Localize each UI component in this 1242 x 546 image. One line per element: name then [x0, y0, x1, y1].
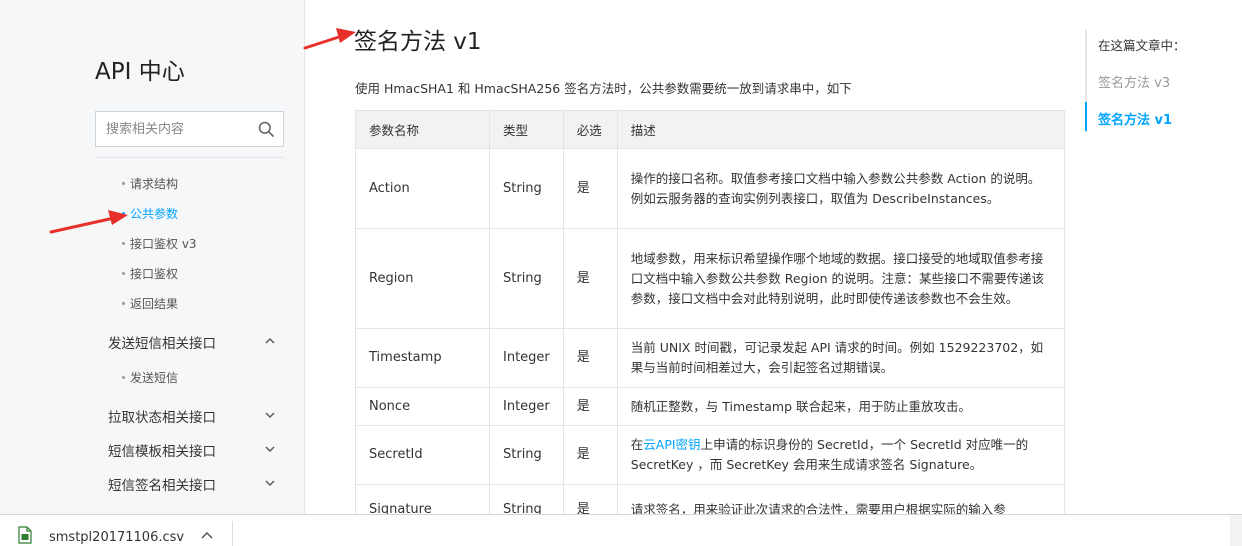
page-title: 签名方法 v1	[354, 29, 482, 55]
sidebar-group-sms-signature[interactable]: 短信签名相关接口	[108, 474, 278, 494]
sidebar-item-auth-v3[interactable]: 接口鉴权 v3	[122, 235, 197, 252]
chevron-up-icon[interactable]	[264, 335, 276, 347]
sidebar-item-label: 接口鉴权 v3	[130, 237, 197, 251]
sidebar-item-request-structure[interactable]: 请求结构	[122, 175, 178, 192]
sidebar-item-label: 发送短信	[130, 371, 179, 385]
param-required: 是	[562, 387, 618, 426]
param-name: Action	[355, 148, 490, 229]
sidebar-group-sms-template[interactable]: 短信模板相关接口	[108, 440, 278, 460]
sidebar-item-auth[interactable]: 接口鉴权	[122, 265, 178, 282]
annotation-arrow-icon	[49, 210, 128, 234]
csv-file-icon[interactable]	[18, 526, 32, 544]
param-required: 是	[562, 148, 618, 229]
desc-text: 在	[630, 437, 644, 452]
sidebar-item-label: 请求结构	[130, 177, 179, 191]
chevron-down-icon[interactable]	[264, 409, 276, 421]
param-desc: 地域参数，用来标识希望操作哪个地域的数据。接口接受的地域取值参考接口文档中输入参…	[616, 228, 1066, 329]
table-row: Region String 是 地域参数，用来标识希望操作哪个地域的数据。接口接…	[355, 228, 1066, 329]
sidebar-group-send-sms[interactable]: 发送短信相关接口	[108, 332, 278, 352]
param-type: Integer	[489, 387, 564, 426]
param-desc: 在云API密钥上申请的标识身份的 SecretId，一个 SecretId 对应…	[616, 425, 1066, 485]
param-type: Integer	[489, 328, 564, 388]
intro-text: 使用 HmacSHA1 和 HmacSHA256 签名方法时，公共参数需要统一放…	[355, 81, 852, 96]
param-required: 是	[562, 228, 618, 329]
param-type: String	[489, 228, 564, 329]
toc-item-signature-v3[interactable]: 签名方法 v3	[1098, 72, 1170, 91]
download-separator	[232, 521, 233, 546]
param-required: 是	[562, 328, 618, 388]
param-name: Region	[355, 228, 490, 329]
scrollbar[interactable]	[1230, 515, 1242, 546]
table-header-row: 参数名称 类型 必选 描述	[355, 110, 1066, 149]
toc-item-signature-v1[interactable]: 签名方法 v1	[1098, 109, 1172, 128]
param-type: String	[489, 425, 564, 485]
param-desc: 随机正整数，与 Timestamp 联合起来，用于防止重放攻击。	[616, 387, 1066, 426]
table-row: Nonce Integer 是 随机正整数，与 Timestamp 联合起来，用…	[355, 387, 1066, 426]
search-icon[interactable]	[258, 121, 274, 137]
table-header-name: 参数名称	[355, 110, 490, 149]
toc-active-indicator	[1085, 102, 1087, 131]
param-name: SecretId	[355, 425, 490, 485]
download-filename[interactable]: smstpl20171106.csv	[49, 530, 184, 545]
param-desc: 操作的接口名称。取值参考接口文档中输入参数公共参数 Action 的说明。例如云…	[616, 148, 1066, 229]
chevron-up-icon[interactable]	[200, 529, 214, 541]
param-type: String	[489, 148, 564, 229]
sidebar-group-label: 短信签名相关接口	[108, 478, 216, 494]
sidebar-item-label: 返回结果	[130, 297, 179, 311]
chevron-down-icon[interactable]	[264, 443, 276, 455]
api-key-link[interactable]: 云API密钥	[643, 437, 700, 452]
annotation-arrow-icon	[303, 28, 356, 50]
sidebar-group-pull-status[interactable]: 拉取状态相关接口	[108, 406, 278, 426]
table-header-type: 类型	[489, 110, 564, 149]
params-table: 参数名称 类型 必选 描述 Action String 是 操作的接口名称。取值…	[355, 110, 1066, 535]
sidebar-divider	[95, 157, 284, 158]
table-row: Action String 是 操作的接口名称。取值参考接口文档中输入参数公共参…	[355, 148, 1066, 229]
table-row: Timestamp Integer 是 当前 UNIX 时间戳，可记录发起 AP…	[355, 328, 1066, 388]
table-header-required: 必选	[562, 110, 618, 149]
sidebar-item-common-params[interactable]: 公共参数	[122, 205, 178, 222]
table-row: SecretId String 是 在云API密钥上申请的标识身份的 Secre…	[355, 425, 1066, 485]
search-box[interactable]	[95, 111, 284, 147]
chevron-down-icon[interactable]	[264, 477, 276, 489]
sidebar-item-response[interactable]: 返回结果	[122, 295, 178, 312]
param-name: Nonce	[355, 387, 490, 426]
sidebar: API 中心 请求结构 公共参数 接口鉴权 v3 接口鉴权 返回结果 发送短信相…	[0, 0, 305, 514]
sidebar-item-label: 接口鉴权	[130, 267, 179, 281]
table-header-desc: 描述	[616, 110, 1066, 149]
sidebar-item-label: 公共参数	[130, 207, 179, 221]
search-input[interactable]	[96, 112, 251, 146]
sidebar-item-send-sms[interactable]: 发送短信	[122, 369, 178, 386]
param-required: 是	[562, 425, 618, 485]
brand-title[interactable]: API 中心	[95, 52, 185, 86]
toc-title: 在这篇文章中：	[1098, 38, 1186, 53]
sidebar-group-label: 短信模板相关接口	[108, 444, 216, 460]
param-name: Timestamp	[355, 328, 490, 388]
download-bar: smstpl20171106.csv	[0, 514, 1242, 546]
param-desc: 当前 UNIX 时间戳，可记录发起 API 请求的时间。例如 152922370…	[616, 328, 1066, 388]
sidebar-group-label: 拉取状态相关接口	[108, 410, 216, 426]
sidebar-group-label: 发送短信相关接口	[108, 336, 216, 352]
